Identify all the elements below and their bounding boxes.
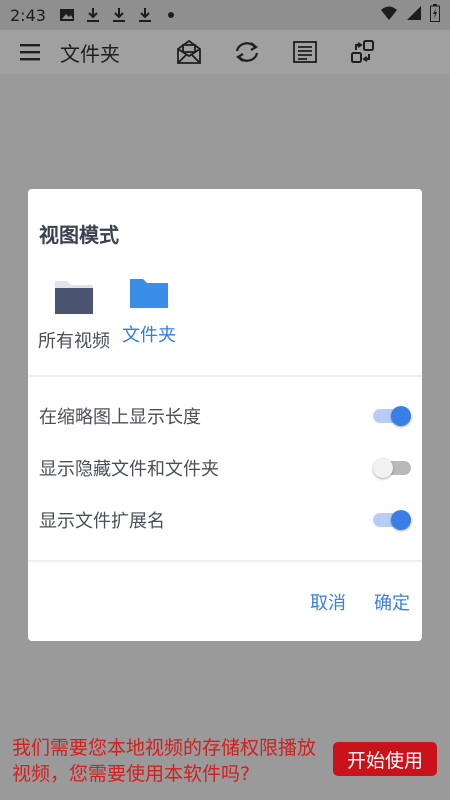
list-icon[interactable]	[276, 30, 334, 74]
divider	[28, 375, 422, 377]
toggle-switch[interactable]	[373, 509, 411, 531]
mail-icon[interactable]	[160, 30, 218, 74]
dialog-title: 视图模式	[39, 223, 119, 247]
download-icon	[136, 6, 154, 24]
option-show-length[interactable]: 在缩略图上显示长度	[39, 401, 411, 431]
mode-label-folder: 文件夹	[122, 325, 176, 346]
battery-icon	[430, 4, 440, 26]
app-bar: 文件夹	[0, 30, 450, 74]
share-icon[interactable]	[334, 30, 392, 74]
status-time: 2:43	[10, 5, 46, 25]
folder-icon	[54, 277, 94, 319]
option-show-extension[interactable]: 显示文件扩展名	[39, 505, 411, 535]
download-icon	[110, 6, 128, 24]
wifi-icon	[380, 5, 398, 25]
permission-message: 我们需要您本地视频的存储权限播放视频，您需要使用本软件吗?	[12, 737, 317, 785]
image-icon	[58, 6, 76, 24]
ok-button[interactable]: 确定	[374, 589, 410, 615]
divider	[28, 560, 422, 562]
view-mode-folder[interactable]: 文件夹	[122, 277, 176, 347]
download-icon	[84, 6, 102, 24]
toggle-switch[interactable]	[373, 457, 411, 479]
refresh-icon[interactable]	[218, 30, 276, 74]
start-button[interactable]: 开始使用	[333, 742, 437, 776]
option-label: 显示文件扩展名	[39, 511, 165, 532]
option-show-hidden[interactable]: 显示隐藏文件和文件夹	[39, 453, 411, 483]
dot-icon	[162, 6, 180, 24]
mode-label-all-videos: 所有视频	[38, 331, 110, 352]
page-title: 文件夹	[60, 41, 120, 66]
signal-icon	[406, 5, 422, 25]
option-label: 在缩略图上显示长度	[39, 407, 201, 428]
view-mode-all-videos[interactable]: 所有视频	[38, 277, 110, 353]
toggle-switch[interactable]	[373, 405, 411, 427]
view-mode-dialog: 视图模式 所有视频 文件夹 在缩略图上显示长度 显示隐藏文件和文件夹 显示文件扩…	[28, 189, 422, 641]
dialog-actions: 取消 确定	[310, 589, 410, 615]
status-bar: 2:43	[0, 0, 450, 30]
cancel-button[interactable]: 取消	[310, 589, 346, 615]
folder-icon	[129, 277, 169, 313]
menu-icon[interactable]	[0, 30, 60, 74]
option-label: 显示隐藏文件和文件夹	[39, 459, 219, 480]
